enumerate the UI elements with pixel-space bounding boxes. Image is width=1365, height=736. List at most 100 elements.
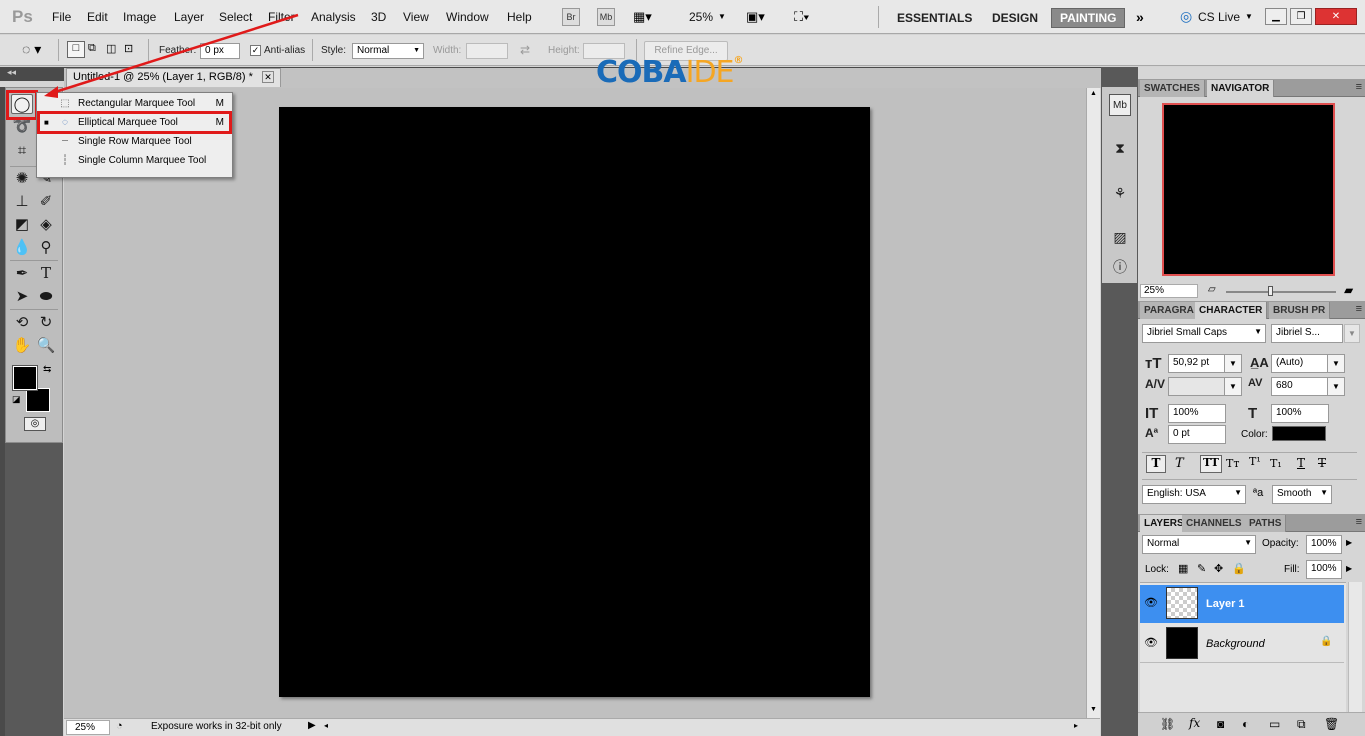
layers-scrollbar[interactable] [1348,582,1362,729]
dock-icons: Mb ⧗ ⚘ ▨ ⓘ [1102,87,1137,283]
lock-position-icon[interactable]: ✥ [1214,562,1223,575]
layer-thumbnail [1166,627,1198,659]
layers-tabs: LAYERS CHANNELS PATHS ≡ [1138,514,1365,532]
leading-value: (Auto) [1276,357,1304,368]
faux-bold-icon[interactable]: T [1146,455,1166,473]
chevron-right-icon[interactable]: ▶ [1346,564,1352,573]
chevron-down-icon[interactable]: ▼ [1344,324,1360,343]
navigator-tabs: SWATCHES NAVIGATOR ≡ [1138,79,1365,97]
font-style-dropdown[interactable]: Jibriel S... [1271,324,1343,343]
lock-transparency-icon[interactable]: ▦ [1178,562,1188,575]
chevron-down-icon: ▼ [1234,488,1242,497]
tab-character[interactable]: CHARACTER [1195,302,1268,319]
vertical-scale-value: 100% [1173,407,1199,418]
horizontal-scale-value: 100% [1276,407,1302,418]
chevron-down-icon: ▼ [1244,538,1252,547]
baseline-shift-input[interactable]: 0 pt [1168,425,1226,444]
scroll-right-icon[interactable]: ▸ [1074,721,1078,730]
zoom-slider[interactable] [1226,291,1336,293]
panel-menu-icon[interactable]: ≡ [1356,303,1362,315]
history-icon[interactable]: ⧗ [1109,137,1131,159]
faux-italic-icon[interactable]: T [1175,456,1184,471]
kerning-icon: A/V [1145,377,1166,391]
histogram-icon[interactable]: ▨ [1109,226,1131,248]
layer-style-icon[interactable]: fx [1189,716,1200,730]
adjustment-layer-icon[interactable]: ◐ [1242,717,1249,731]
antialias-dropdown[interactable]: Smooth ▼ [1272,485,1332,504]
leading-icon: A̲A [1250,355,1269,370]
small-caps-icon[interactable]: Tт [1226,457,1239,470]
status-info: Exposure works in 32-bit only [151,721,282,732]
new-layer-icon[interactable]: ⧉ [1297,717,1306,732]
chevron-down-icon: ▼ [1254,327,1262,336]
font-family-dropdown[interactable]: Jibriel Small Caps ▼ [1142,324,1266,343]
panel-menu-icon[interactable]: ≡ [1356,516,1362,528]
layers-list: 👁 Layer 1 👁 Background 🔒 [1140,582,1346,729]
eye-icon[interactable]: 👁 [1144,596,1158,609]
blend-mode-dropdown[interactable]: Normal ▼ [1142,535,1256,554]
status-icon: ◔ [116,720,123,732]
tab-paths[interactable]: PATHS [1245,515,1287,532]
lock-pixels-icon[interactable]: ✎ [1197,562,1206,575]
navigator-zoom[interactable]: 25% [1140,284,1198,298]
divider [1142,479,1357,480]
chevron-down-icon[interactable]: ▼ [1224,377,1242,396]
lock-icon: 🔒 [1320,636,1333,647]
text-color-swatch[interactable] [1272,426,1326,441]
all-caps-icon[interactable]: TT [1200,455,1222,473]
navigator-preview[interactable] [1162,103,1335,276]
opacity-input[interactable]: 100% [1306,535,1342,554]
chevron-down-icon[interactable]: ▼ [1224,354,1242,373]
language-dropdown[interactable]: English: USA ▼ [1142,485,1246,504]
antialias-icon: ªa [1253,487,1264,499]
layer-row-layer-1[interactable]: 👁 Layer 1 [1140,585,1344,623]
vertical-scale-input[interactable]: 100% [1168,404,1226,423]
layer-mask-icon[interactable]: ◙ [1217,717,1224,731]
zoom-in-icon[interactable]: ▰ [1344,283,1353,297]
layer-row-background[interactable]: 👁 Background 🔒 [1140,625,1344,663]
chevron-down-icon[interactable]: ▼ [1327,377,1345,396]
zoom-slider-thumb[interactable] [1268,286,1273,296]
font-family-value: Jibriel Small Caps [1147,327,1228,338]
language-value: English: USA [1147,488,1206,499]
font-style-value: Jibriel S... [1276,327,1320,338]
superscript-icon[interactable]: T¹ [1249,455,1261,468]
chevron-down-icon[interactable]: ▼ [1327,354,1345,373]
new-group-icon[interactable]: ▭ [1269,717,1280,731]
lock-label: Lock: [1145,564,1169,575]
tab-brush-presets[interactable]: BRUSH PR [1269,302,1331,319]
tab-channels[interactable]: CHANNELS [1182,515,1247,532]
tab-paragraph[interactable]: PARAGRA [1140,302,1199,319]
chevron-right-icon[interactable]: ▶ [1346,538,1352,547]
trash-icon[interactable]: 🗑 [1324,717,1339,731]
status-zoom[interactable]: 25% [66,720,110,735]
opacity-value: 100% [1311,538,1337,549]
horizontal-scale-input[interactable]: 100% [1271,404,1329,423]
antialias-value: Smooth [1277,488,1312,499]
underline-icon[interactable]: T [1297,456,1305,470]
font-size-icon: ᴛT [1145,355,1162,372]
scroll-left-icon[interactable]: ◂ [324,721,328,730]
chevron-down-icon: ▼ [1320,488,1328,497]
panel-menu-icon[interactable]: ≡ [1356,81,1362,93]
tracking-icon: AV [1248,377,1263,389]
status-bar: 25% ◔ Exposure works in 32-bit only ▶ ◂ … [64,718,1100,736]
layers-footer: ⛓ fx ◙ ◐ ▭ ⧉ 🗑 [1138,712,1365,736]
subscript-icon[interactable]: T₁ [1270,457,1282,470]
link-layers-icon[interactable]: ⛓ [1160,717,1175,731]
zoom-out-icon[interactable]: ▱ [1208,284,1216,295]
blend-mode-value: Normal [1147,538,1180,549]
strikethrough-icon[interactable]: T [1318,456,1326,470]
fill-input[interactable]: 100% [1306,560,1342,579]
lock-all-icon[interactable]: 🔒 [1232,562,1246,575]
eye-icon[interactable]: 👁 [1144,636,1158,649]
brush-presets-icon[interactable]: ⚘ [1109,182,1131,204]
tab-navigator[interactable]: NAVIGATOR [1207,80,1275,97]
fill-value: 100% [1311,563,1337,574]
vertical-scale-icon: IT [1145,405,1159,422]
status-menu-icon[interactable]: ▶ [308,720,316,731]
info-icon[interactable]: ⓘ [1109,256,1131,278]
tab-swatches[interactable]: SWATCHES [1140,80,1205,97]
fill-label: Fill: [1284,564,1300,575]
mini-bridge-icon[interactable]: Mb [1109,94,1131,116]
